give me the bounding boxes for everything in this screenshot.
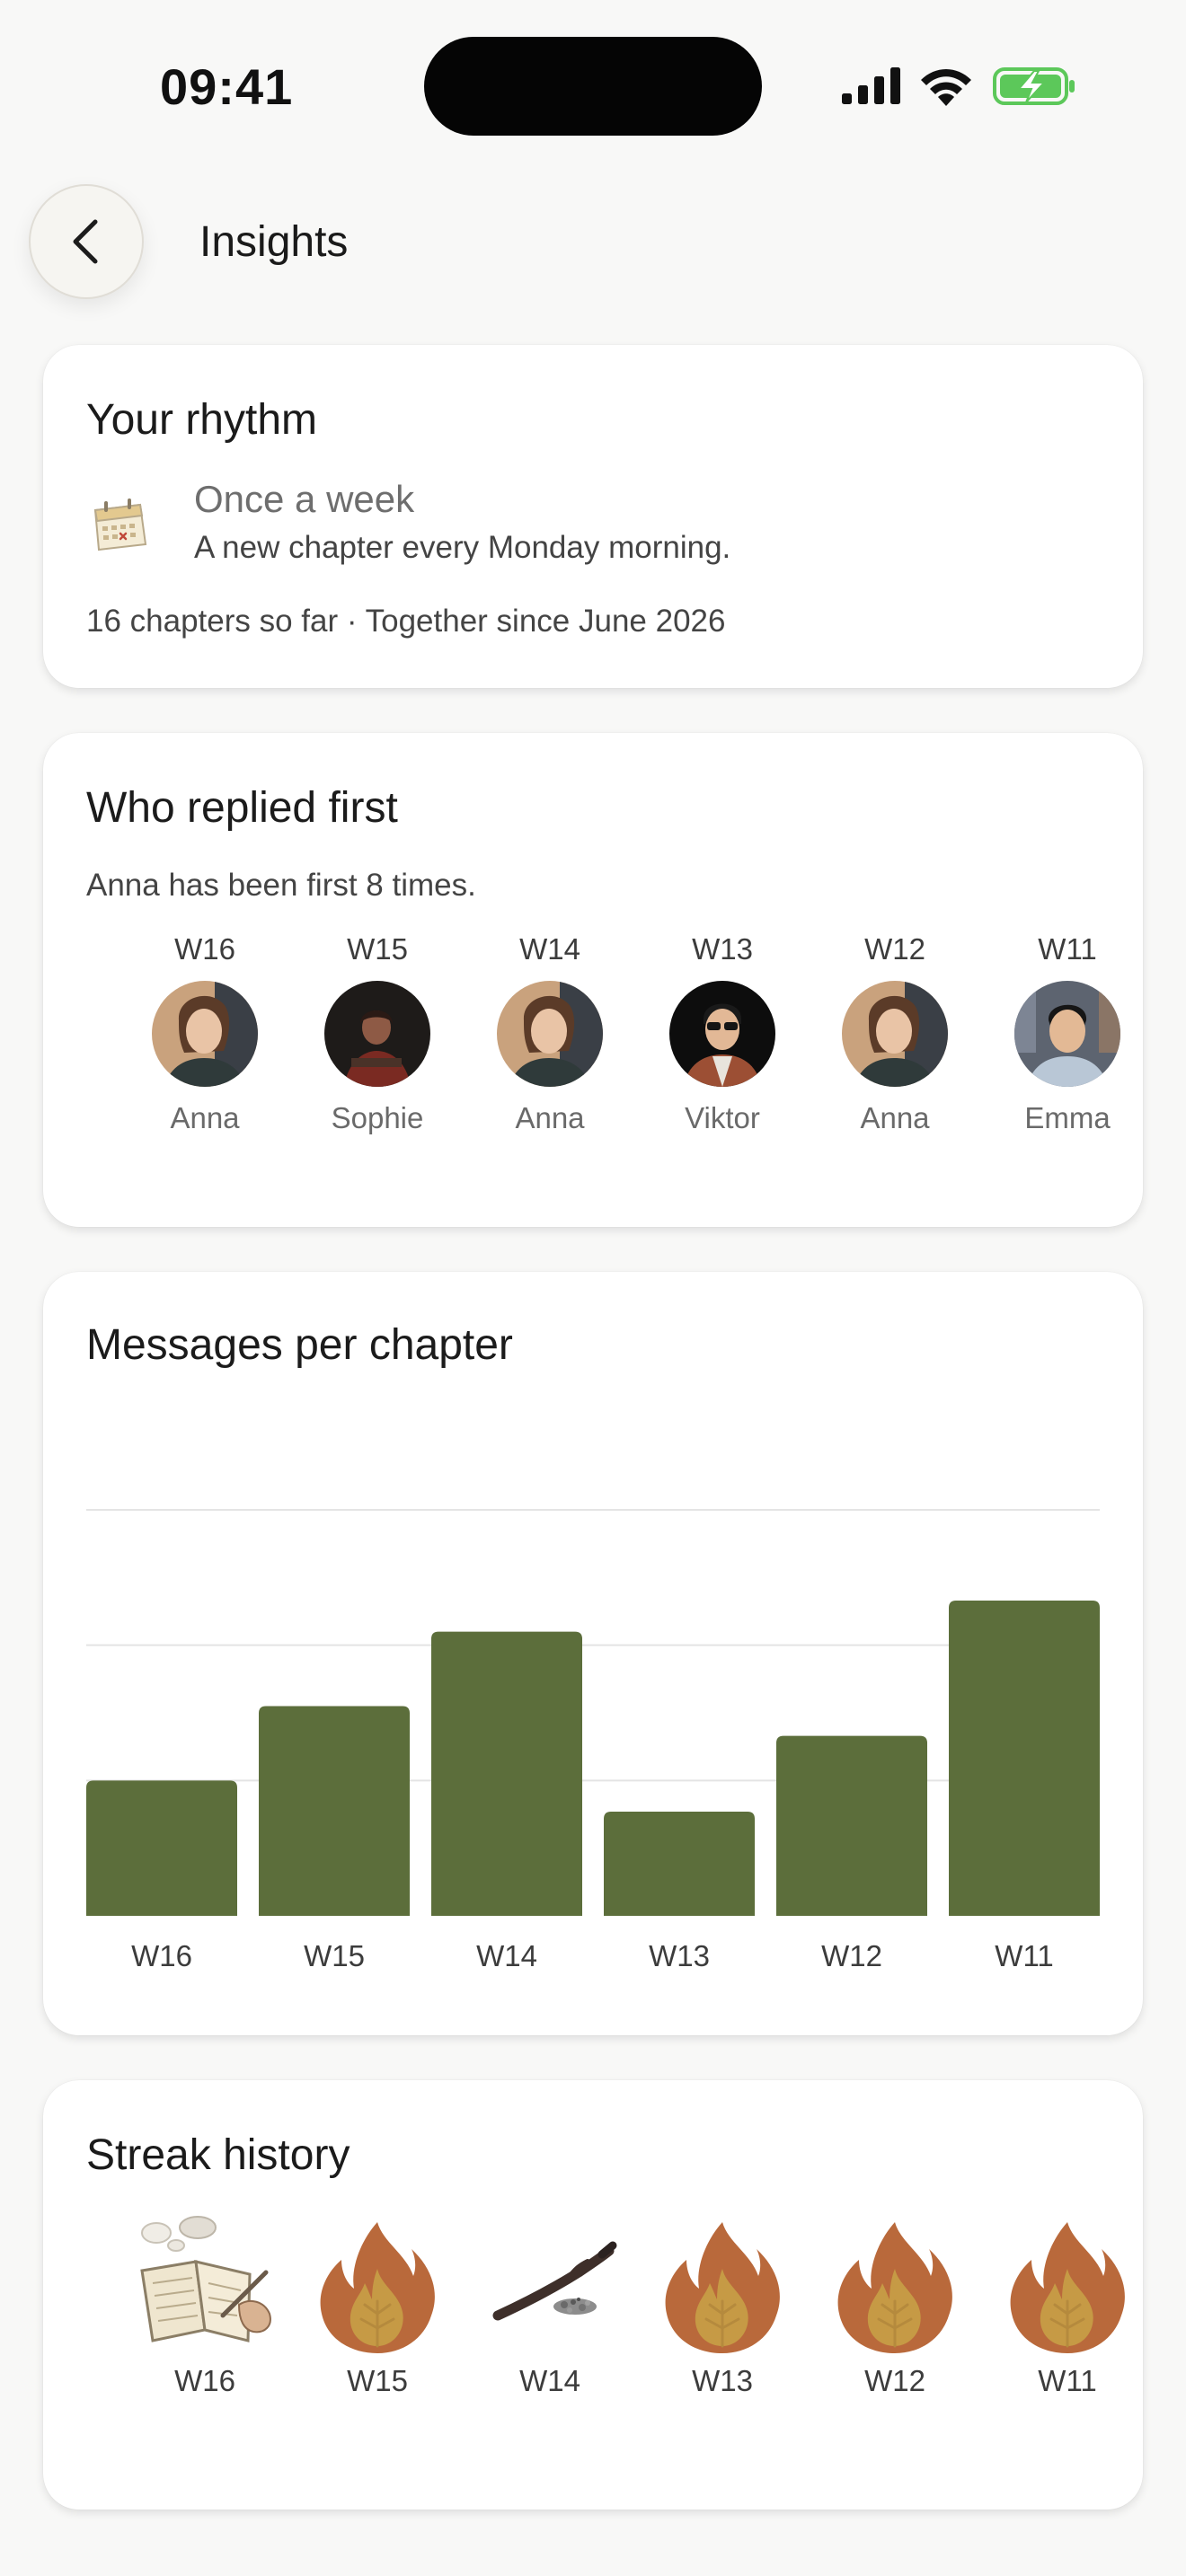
chart-bar-w16 [86,1780,237,1916]
cellular-signal-icon [842,67,900,104]
calendar-icon [93,498,147,551]
bar-chart: W16 W15 W14 W13 W12 W11 [86,1509,1100,1972]
burnt-stick-icon [478,2215,622,2359]
flame-icon [651,2215,794,2359]
replied-entry: W13 Viktor [636,932,809,1135]
chart-bar-w11 [949,1600,1100,1916]
rhythm-summary: 16 chapters so far · Together since June… [86,604,726,639]
replied-name: Emma [1024,1101,1111,1134]
replied-name: Anna [170,1101,240,1134]
streak-entry: W12 [809,2215,981,2398]
replied-week: W11 [1038,932,1097,966]
chart-bar-w14 [431,1631,582,1916]
replied-first-card: Who replied first Anna has been first 8 … [43,733,1143,1227]
page-title: Insights [199,218,349,266]
rhythm-card: Your rhythm Once a week A new chapter ev… [43,345,1143,688]
replied-week: W16 [174,932,235,966]
dynamic-island [424,37,762,136]
replied-name: Anna [860,1101,930,1134]
streak-week: W16 [174,2364,235,2397]
streak-week: W12 [864,2364,925,2397]
wifi-icon [921,69,971,106]
flame-icon [305,2215,449,2359]
avatar [497,981,603,1087]
avatar [669,981,775,1087]
journal-writing-icon [133,2215,277,2359]
avatar [842,981,948,1087]
replied-entry: W14 Anna [464,932,636,1135]
chart-bar-w13 [604,1811,755,1916]
replied-week: W15 [347,932,408,966]
replied-name: Sophie [331,1101,424,1134]
replied-first-title: Who replied first [86,784,398,832]
streak-title: Streak history [86,2131,350,2179]
avatar [324,981,430,1087]
chart-bar-w15 [259,1706,410,1916]
chart-x-tick-label: W12 [821,1939,882,1972]
streak-week: W11 [1038,2364,1097,2397]
avatar [1014,981,1120,1087]
chart-x-tick-label: W13 [649,1939,710,1972]
replied-week: W14 [519,932,580,966]
rhythm-title: Your rhythm [86,396,318,444]
rhythm-description: A new chapter every Monday morning. [194,530,731,565]
chart-bar-w12 [776,1735,927,1916]
flame-icon [996,2215,1139,2359]
streak-entry: W13 [636,2215,809,2398]
streak-entry: W16 [119,2215,291,2398]
flame-icon [823,2215,967,2359]
replied-entry: W12 Anna [809,932,981,1135]
insights-screen: 09:41 Insights Your rhythm Once a week A… [0,0,1186,2576]
back-button[interactable] [29,184,144,299]
replied-entry: W11 Emma [981,932,1154,1135]
battery-charging-icon [993,67,1075,105]
streak-card: Streak history W16 W15 W14 W13 W12 W11 [43,2080,1143,2510]
replied-entry: W16 Anna [119,932,291,1135]
streak-entry: W15 [291,2215,464,2398]
streak-entry: W14 [464,2215,636,2398]
streak-week: W13 [692,2364,753,2397]
rhythm-frequency: Once a week [194,478,415,520]
chart-x-tick-label: W15 [304,1939,365,1972]
replied-week: W12 [864,932,925,966]
replied-first-summary: Anna has been first 8 times. [86,868,476,903]
streak-entry: W11 [981,2215,1154,2398]
chevron-left-icon [73,219,98,264]
replied-name: Anna [515,1101,585,1134]
avatar [152,981,258,1087]
replied-name: Viktor [685,1101,760,1134]
replied-entry: W15 Sophie [291,932,464,1135]
chart-x-tick-label: W11 [995,1939,1053,1972]
messages-chart-card: Messages per chapter W16 W15 W14 W13 W12 W11 [43,1272,1143,2035]
streak-week: W15 [347,2364,408,2397]
status-bar: 09:41 [0,0,1186,171]
status-time: 09:41 [160,58,294,115]
streak-week: W14 [519,2364,580,2397]
chart-x-tick-label: W16 [131,1939,192,1972]
chart-x-tick-label: W14 [476,1939,537,1972]
replied-week: W13 [692,932,753,966]
